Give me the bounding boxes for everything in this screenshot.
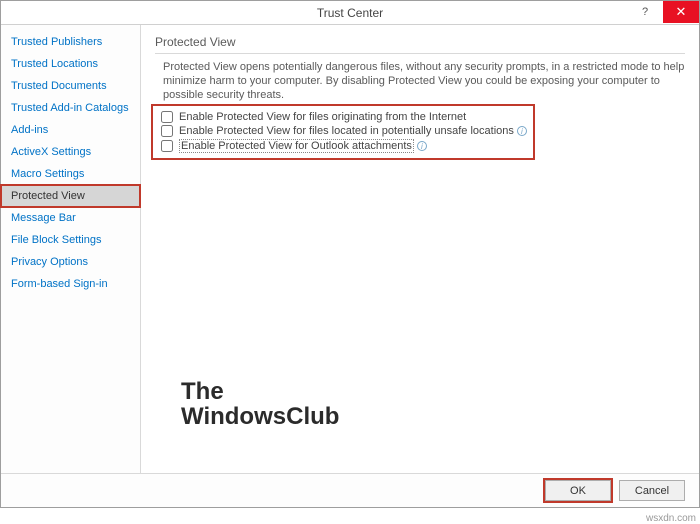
- sidebar-item-trusted-add-in-catalogs[interactable]: Trusted Add-in Catalogs: [1, 97, 140, 119]
- watermark: The WindowsClub: [181, 379, 339, 429]
- titlebar: Trust Center ? ✕: [1, 1, 699, 25]
- sidebar-item-trusted-documents[interactable]: Trusted Documents: [1, 75, 140, 97]
- sidebar-item-file-block-settings[interactable]: File Block Settings: [1, 229, 140, 251]
- checkbox[interactable]: [161, 125, 173, 137]
- checkbox-row: Enable Protected View for files originat…: [161, 110, 527, 124]
- info-icon[interactable]: i: [417, 141, 427, 151]
- sidebar-item-add-ins[interactable]: Add-ins: [1, 119, 140, 141]
- checkbox-group: Enable Protected View for files originat…: [155, 108, 531, 156]
- checkbox[interactable]: [161, 111, 173, 123]
- sidebar-item-message-bar[interactable]: Message Bar: [1, 207, 140, 229]
- sidebar: Trusted PublishersTrusted LocationsTrust…: [1, 25, 141, 473]
- section-title: Protected View: [155, 35, 685, 54]
- content-panel: Protected View Protected View opens pote…: [141, 25, 699, 473]
- titlebar-controls: ? ✕: [627, 1, 699, 23]
- body-area: Trusted PublishersTrusted LocationsTrust…: [1, 25, 699, 473]
- info-icon[interactable]: i: [517, 126, 527, 136]
- help-button[interactable]: ?: [627, 1, 663, 23]
- sidebar-item-form-based-sign-in[interactable]: Form-based Sign-in: [1, 273, 140, 295]
- section-description: Protected View opens potentially dangero…: [155, 60, 685, 102]
- checkbox[interactable]: [161, 140, 173, 152]
- sidebar-item-privacy-options[interactable]: Privacy Options: [1, 251, 140, 273]
- sidebar-item-trusted-publishers[interactable]: Trusted Publishers: [1, 31, 140, 53]
- checkbox-label[interactable]: Enable Protected View for files located …: [179, 125, 514, 137]
- sidebar-item-protected-view[interactable]: Protected View: [1, 185, 140, 207]
- sidebar-item-trusted-locations[interactable]: Trusted Locations: [1, 53, 140, 75]
- footer: OK Cancel: [1, 473, 699, 507]
- sidebar-item-macro-settings[interactable]: Macro Settings: [1, 163, 140, 185]
- watermark-line2: WindowsClub: [181, 404, 339, 429]
- checkbox-row: Enable Protected View for files located …: [161, 124, 527, 138]
- ok-button[interactable]: OK: [545, 480, 611, 501]
- checkbox-row: Enable Protected View for Outlook attach…: [161, 138, 527, 154]
- cancel-button[interactable]: Cancel: [619, 480, 685, 501]
- sidebar-item-activex-settings[interactable]: ActiveX Settings: [1, 141, 140, 163]
- source-label: wsxdn.com: [646, 513, 696, 524]
- checkbox-label[interactable]: Enable Protected View for files originat…: [179, 111, 466, 123]
- watermark-line1: The: [181, 379, 339, 404]
- trust-center-window: Trust Center ? ✕ Trusted PublishersTrust…: [0, 0, 700, 508]
- window-title: Trust Center: [317, 6, 383, 20]
- checkbox-label[interactable]: Enable Protected View for Outlook attach…: [179, 139, 414, 153]
- close-button[interactable]: ✕: [663, 1, 699, 23]
